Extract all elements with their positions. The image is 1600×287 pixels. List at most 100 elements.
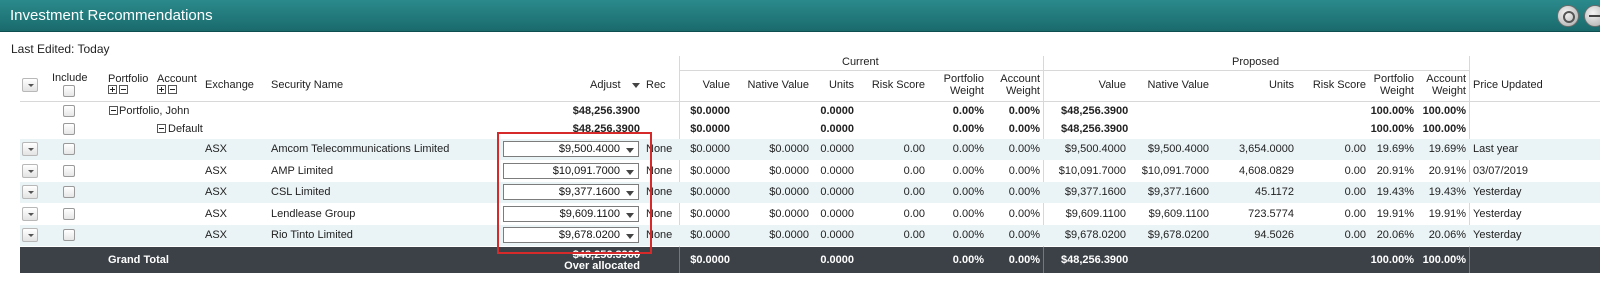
chevron-down-icon[interactable] <box>626 170 634 175</box>
row-menu-button[interactable] <box>22 142 38 156</box>
holding-prop-account-weight: 19.91% <box>1428 208 1466 220</box>
col-rec[interactable]: Rec <box>646 79 666 91</box>
col-portfolio[interactable]: Portfolio <box>108 73 148 85</box>
col-include[interactable]: Include <box>52 72 87 84</box>
collapse-all-portfolios-icon[interactable] <box>119 85 128 94</box>
portfolio-cur-aw: 0.00% <box>1008 105 1040 117</box>
col-prop-value[interactable]: Value <box>1044 79 1126 91</box>
col-prop-native-value[interactable]: Native Value <box>1126 79 1209 91</box>
holding-prop-account-weight: 20.06% <box>1428 229 1466 241</box>
col-prop-account-weight-line2[interactable]: Weight <box>1414 85 1466 97</box>
holding-price-updated: Last year <box>1473 143 1519 155</box>
holding-include-checkbox[interactable] <box>63 165 75 177</box>
adjust-dropdown[interactable]: $9,678.0200 <box>503 227 639 243</box>
col-cur-native-value[interactable]: Native Value <box>730 79 809 91</box>
row-menu-button[interactable] <box>22 164 38 178</box>
holding-security-name: Amcom Telecommunications Limited <box>271 143 450 155</box>
col-price-updated[interactable]: Price Updated <box>1473 79 1543 91</box>
col-cur-units[interactable]: Units <box>809 79 854 91</box>
col-prop-portfolio-weight-line2[interactable]: Weight <box>1366 85 1414 97</box>
col-prop-portfolio-weight-line1[interactable]: Portfolio <box>1366 73 1414 85</box>
grand-total-cur-aw: 0.00% <box>1008 254 1040 266</box>
holding-prop-account-weight: 20.91% <box>1428 165 1466 177</box>
col-adjust[interactable]: Adjust <box>590 79 621 91</box>
account-include-checkbox[interactable] <box>63 123 75 135</box>
adjust-value: $10,091.7000 <box>552 165 620 177</box>
chevron-down-icon[interactable] <box>626 148 634 153</box>
collapse-account-icon[interactable] <box>157 124 166 133</box>
adjust-value: $9,377.1600 <box>558 186 620 198</box>
grand-total-prop-value: $48,256.3900 <box>1061 254 1129 266</box>
minus-circle-icon[interactable] <box>1584 5 1600 27</box>
col-account[interactable]: Account <box>157 73 197 85</box>
col-cur-risk-score[interactable]: Risk Score <box>854 79 925 91</box>
expand-all-portfolios-icon[interactable] <box>108 85 117 94</box>
gear-icon[interactable] <box>1557 5 1579 27</box>
col-cur-portfolio-weight-line1[interactable]: Portfolio <box>925 73 984 85</box>
holding-include-checkbox[interactable] <box>63 143 75 155</box>
holding-cur-risk-score: 0.00 <box>903 229 925 241</box>
col-prop-account-weight-line1[interactable]: Account <box>1414 73 1466 85</box>
holding-include-checkbox[interactable] <box>63 229 75 241</box>
portfolio-name: Portfolio, John <box>119 105 190 117</box>
collapse-all-accounts-icon[interactable] <box>168 85 177 94</box>
col-prop-units[interactable]: Units <box>1209 79 1294 91</box>
col-cur-value[interactable]: Value <box>680 79 730 91</box>
row-menu-button[interactable] <box>22 207 38 221</box>
holding-prop-risk-score: 0.00 <box>1344 186 1366 198</box>
grand-total-adjust-note: Over allocated <box>564 260 640 272</box>
holding-security-name: Rio Tinto Limited <box>271 229 353 241</box>
col-security-name[interactable]: Security Name <box>271 79 343 91</box>
col-cur-account-weight-line2[interactable]: Weight <box>984 85 1040 97</box>
holding-cur-risk-score: 0.00 <box>903 208 925 220</box>
holding-rec: None <box>646 208 673 220</box>
col-prop-risk-score[interactable]: Risk Score <box>1294 79 1366 91</box>
holding-cur-native-value: $0.0000 <box>769 165 809 177</box>
holding-prop-units: 4,608.0829 <box>1238 165 1294 177</box>
holding-cur-account-weight: 0.00% <box>1008 165 1040 177</box>
expand-all-accounts-icon[interactable] <box>157 85 166 94</box>
holding-prop-units: 45.1172 <box>1255 186 1294 198</box>
column-menu-button[interactable] <box>22 78 38 92</box>
holding-cur-native-value: $0.0000 <box>769 208 809 220</box>
adjust-dropdown[interactable]: $9,609.1100 <box>503 206 639 222</box>
portfolio-cur-value: $0.0000 <box>690 105 730 117</box>
holding-cur-native-value: $0.0000 <box>769 143 809 155</box>
holding-rec: None <box>646 229 673 241</box>
row-menu-button[interactable] <box>22 185 38 199</box>
portfolio-include-checkbox[interactable] <box>63 105 75 117</box>
col-cur-portfolio-weight-line2[interactable]: Weight <box>925 85 984 97</box>
holding-prop-value: $10,091.7000 <box>1058 165 1126 177</box>
holding-security-name: AMP Limited <box>271 165 334 177</box>
adjust-value: $9,609.1100 <box>559 208 620 220</box>
chevron-down-icon[interactable] <box>626 191 634 196</box>
holding-cur-units: 0.0000 <box>820 186 854 198</box>
adjust-dropdown[interactable]: $9,500.4000 <box>503 141 639 157</box>
holding-rec: None <box>646 143 673 155</box>
adjust-dropdown[interactable]: $10,091.7000 <box>503 163 639 179</box>
holding-prop-portfolio-weight: 19.91% <box>1376 208 1414 220</box>
holding-include-checkbox[interactable] <box>63 186 75 198</box>
holding-prop-units: 723.5774 <box>1248 208 1294 220</box>
holding-cur-value: $0.0000 <box>690 143 730 155</box>
select-all-checkbox[interactable] <box>63 85 75 97</box>
chevron-down-icon[interactable] <box>626 234 634 239</box>
sort-desc-icon[interactable] <box>632 83 640 88</box>
col-exchange[interactable]: Exchange <box>205 79 254 91</box>
holding-prop-risk-score: 0.00 <box>1344 229 1366 241</box>
collapse-portfolio-icon[interactable] <box>109 106 118 115</box>
holding-include-checkbox[interactable] <box>63 208 75 220</box>
account-prop-pw: 100.00% <box>1370 123 1414 135</box>
holding-exchange: ASX <box>205 186 228 198</box>
holding-exchange: ASX <box>205 229 228 241</box>
holding-prop-risk-score: 0.00 <box>1344 165 1366 177</box>
holding-exchange: ASX <box>205 165 228 177</box>
last-edited-label: Last Edited: <box>11 42 75 56</box>
row-menu-button[interactable] <box>22 228 38 242</box>
col-cur-account-weight-line1[interactable]: Account <box>984 73 1040 85</box>
chevron-down-icon[interactable] <box>626 213 634 218</box>
adjust-dropdown[interactable]: $9,377.1600 <box>503 184 639 200</box>
portfolio-cur-units: 0.0000 <box>820 105 854 117</box>
adjust-value: $9,500.4000 <box>558 143 620 155</box>
account-cur-value: $0.0000 <box>690 123 730 135</box>
